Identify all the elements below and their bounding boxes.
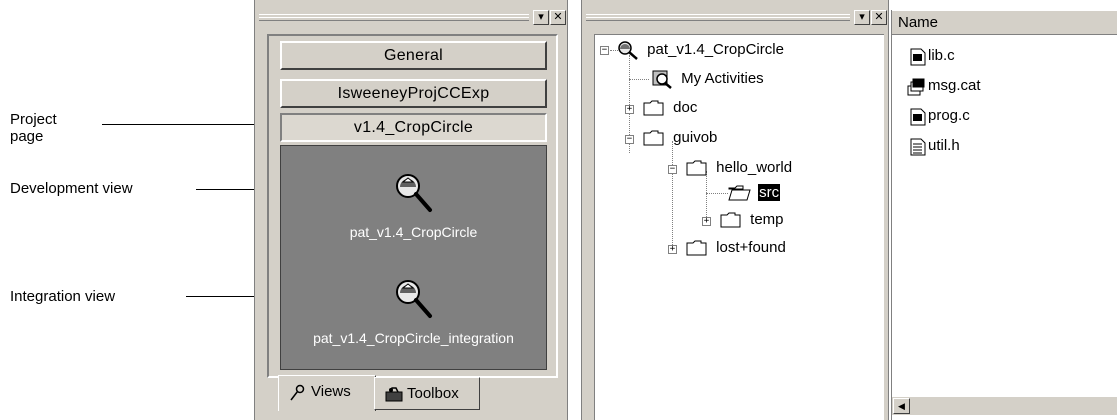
- folder-icon: [720, 212, 741, 228]
- tree-connector: [706, 171, 707, 221]
- file-item[interactable]: lib.c: [910, 47, 955, 66]
- activities-icon: [652, 70, 672, 89]
- collapse-button[interactable]: ▾: [854, 10, 870, 25]
- project-button-isweeney[interactable]: IsweeneyProjCCExp: [280, 79, 547, 108]
- tree-node-src-label: src: [758, 184, 781, 201]
- callout-integration-view: Integration view: [10, 288, 116, 305]
- header-file-icon: [910, 138, 926, 156]
- close-button[interactable]: ✕: [871, 10, 887, 25]
- tree-node-guivob-label: guivob: [673, 129, 718, 146]
- scroll-left-button[interactable]: ◀: [893, 398, 910, 414]
- tree-node-root-label: pat_v1.4_CropCircle: [647, 40, 784, 58]
- integration-view-item[interactable]: pat_v1.4_CropCircle_integration: [281, 276, 546, 346]
- tree-node-doc-label: doc: [673, 99, 698, 116]
- file-name: prog.c: [928, 107, 970, 124]
- tree-node-root[interactable]: pat_v1.4_CropCircle: [617, 40, 784, 60]
- folder-icon: [643, 100, 664, 116]
- tree-node-temp-label: temp: [750, 211, 784, 228]
- tab-views-label: Views: [311, 383, 351, 400]
- tab-toolbox-label: Toolbox: [407, 385, 459, 402]
- tree-pane-titlebar: ▾ ✕: [582, 10, 890, 26]
- views-panel: General IsweeneyProjCCExp v1.4_CropCircl…: [267, 34, 558, 378]
- tree-connector: [629, 79, 649, 80]
- project-button-general[interactable]: General: [280, 41, 547, 70]
- drag-grip[interactable]: [586, 14, 850, 21]
- callout-line-project: [102, 124, 270, 125]
- collapse-button[interactable]: ▾: [533, 10, 549, 25]
- file-name: lib.c: [928, 47, 955, 64]
- tree-node-guivob[interactable]: guivob: [643, 129, 717, 147]
- tree-expander-expand[interactable]: +: [668, 245, 677, 254]
- views-list: pat_v1.4_CropCircle pat_v1.4_CropCircle_…: [280, 145, 547, 370]
- tree-node-lost-found[interactable]: lost+found: [686, 239, 786, 257]
- file-list-pane: Name lib.c msg.cat prog.c util.h ◀: [891, 10, 1117, 420]
- tree-node-my-activities[interactable]: My Activities: [651, 69, 764, 89]
- chevron-down-icon: ▾: [859, 10, 865, 23]
- file-name: util.h: [928, 137, 960, 154]
- close-icon: ✕: [553, 10, 563, 23]
- integration-view-label: pat_v1.4_CropCircle_integration: [313, 330, 514, 346]
- c-source-icon: [910, 108, 926, 126]
- view-magnifier-icon: [395, 174, 432, 212]
- c-source-icon: [910, 48, 926, 66]
- callout-development-view: Development view: [10, 180, 133, 197]
- chevron-down-icon: ▾: [538, 10, 544, 23]
- tree-node-my-activities-label: My Activities: [681, 69, 764, 87]
- tree-node-hello-world-label: hello_world: [716, 159, 793, 176]
- file-item[interactable]: prog.c: [910, 107, 970, 126]
- tree-connector: [672, 141, 673, 249]
- folder-icon: [643, 130, 664, 146]
- tab-views[interactable]: Views: [278, 375, 376, 411]
- tree-node-temp[interactable]: temp: [720, 211, 784, 229]
- open-folder-icon: [728, 185, 751, 201]
- folder-icon: [686, 160, 707, 176]
- tree-expander-collapse[interactable]: −: [668, 165, 677, 174]
- column-header-name[interactable]: Name: [892, 10, 1117, 35]
- callout-project-page: Project page: [10, 111, 57, 145]
- tree-node-doc[interactable]: doc: [643, 99, 697, 117]
- horizontal-scrollbar[interactable]: ◀: [892, 397, 1117, 415]
- project-button-cropcircle[interactable]: v1.4_CropCircle: [280, 113, 547, 142]
- catalog-icon: [907, 78, 925, 96]
- close-button[interactable]: ✕: [550, 10, 566, 25]
- views-pane-titlebar: ▾ ✕: [255, 10, 569, 26]
- file-item[interactable]: util.h: [910, 137, 960, 156]
- development-view-item[interactable]: pat_v1.4_CropCircle: [281, 170, 546, 240]
- chevron-left-icon: ◀: [898, 401, 905, 411]
- tree-expander-collapse[interactable]: −: [600, 46, 609, 55]
- tree-expander-expand[interactable]: +: [625, 105, 634, 114]
- tree-expander-expand[interactable]: +: [702, 217, 711, 226]
- development-view-label: pat_v1.4_CropCircle: [349, 224, 478, 240]
- toolbox-icon: [385, 387, 403, 402]
- explorer-tree: − pat_v1.4_CropCircle My Activities + do…: [594, 34, 884, 420]
- tree-connector: [706, 193, 728, 194]
- tree-node-src[interactable]: src: [728, 184, 781, 202]
- view-magnifier-icon: [395, 280, 432, 318]
- tree-node-lost-found-label: lost+found: [716, 239, 786, 256]
- drag-grip[interactable]: [259, 14, 529, 21]
- wand-icon: [290, 384, 305, 401]
- view-magnifier-icon: [618, 41, 638, 60]
- close-icon: ✕: [874, 10, 884, 23]
- tree-node-hello-world[interactable]: hello_world: [686, 159, 792, 177]
- file-name: msg.cat: [928, 77, 981, 94]
- tree-expander-collapse[interactable]: −: [625, 135, 634, 144]
- tab-toolbox[interactable]: Toolbox: [374, 377, 480, 410]
- file-item[interactable]: msg.cat: [907, 77, 981, 96]
- folder-icon: [686, 240, 707, 256]
